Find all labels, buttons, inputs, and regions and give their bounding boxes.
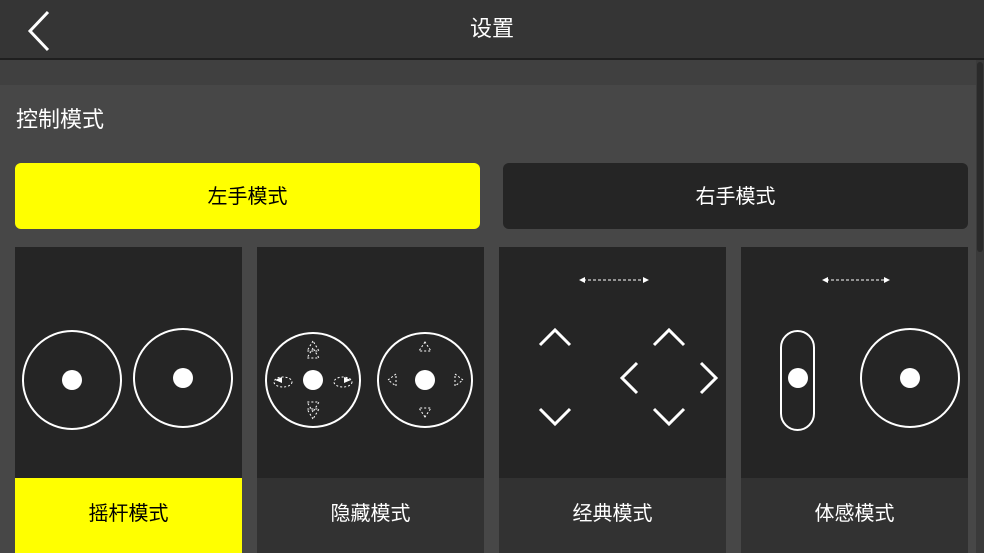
divider-band (0, 60, 976, 85)
classic-mode-card[interactable]: 经典模式 (499, 247, 726, 553)
joystick-mode-card[interactable]: 摇杆模式 (15, 247, 242, 553)
hidden-mode-label: 隐藏模式 (257, 478, 484, 553)
joystick-mode-label: 摇杆模式 (15, 478, 242, 553)
back-button[interactable] (14, 6, 62, 54)
motion-mode-label: 体感模式 (741, 478, 968, 553)
chevron-left-icon (27, 10, 50, 52)
section-title: 控制模式 (16, 108, 105, 133)
hidden-joystick-icon (265, 332, 473, 428)
motion-sensing-icon (780, 277, 960, 431)
motion-mode-card[interactable]: 体感模式 (741, 247, 968, 553)
scrollbar-thumb[interactable] (977, 62, 983, 252)
right-hand-mode-button[interactable]: 右手模式 (503, 163, 968, 229)
dual-joystick-icon (22, 328, 233, 430)
header-bar: 设置 (0, 0, 984, 60)
page-title: 设置 (469, 17, 514, 42)
left-hand-mode-button[interactable]: 左手模式 (15, 163, 480, 229)
classic-dpad-icon (538, 277, 719, 427)
hidden-mode-card[interactable]: 隐藏模式 (257, 247, 484, 553)
classic-mode-label: 经典模式 (499, 478, 726, 553)
